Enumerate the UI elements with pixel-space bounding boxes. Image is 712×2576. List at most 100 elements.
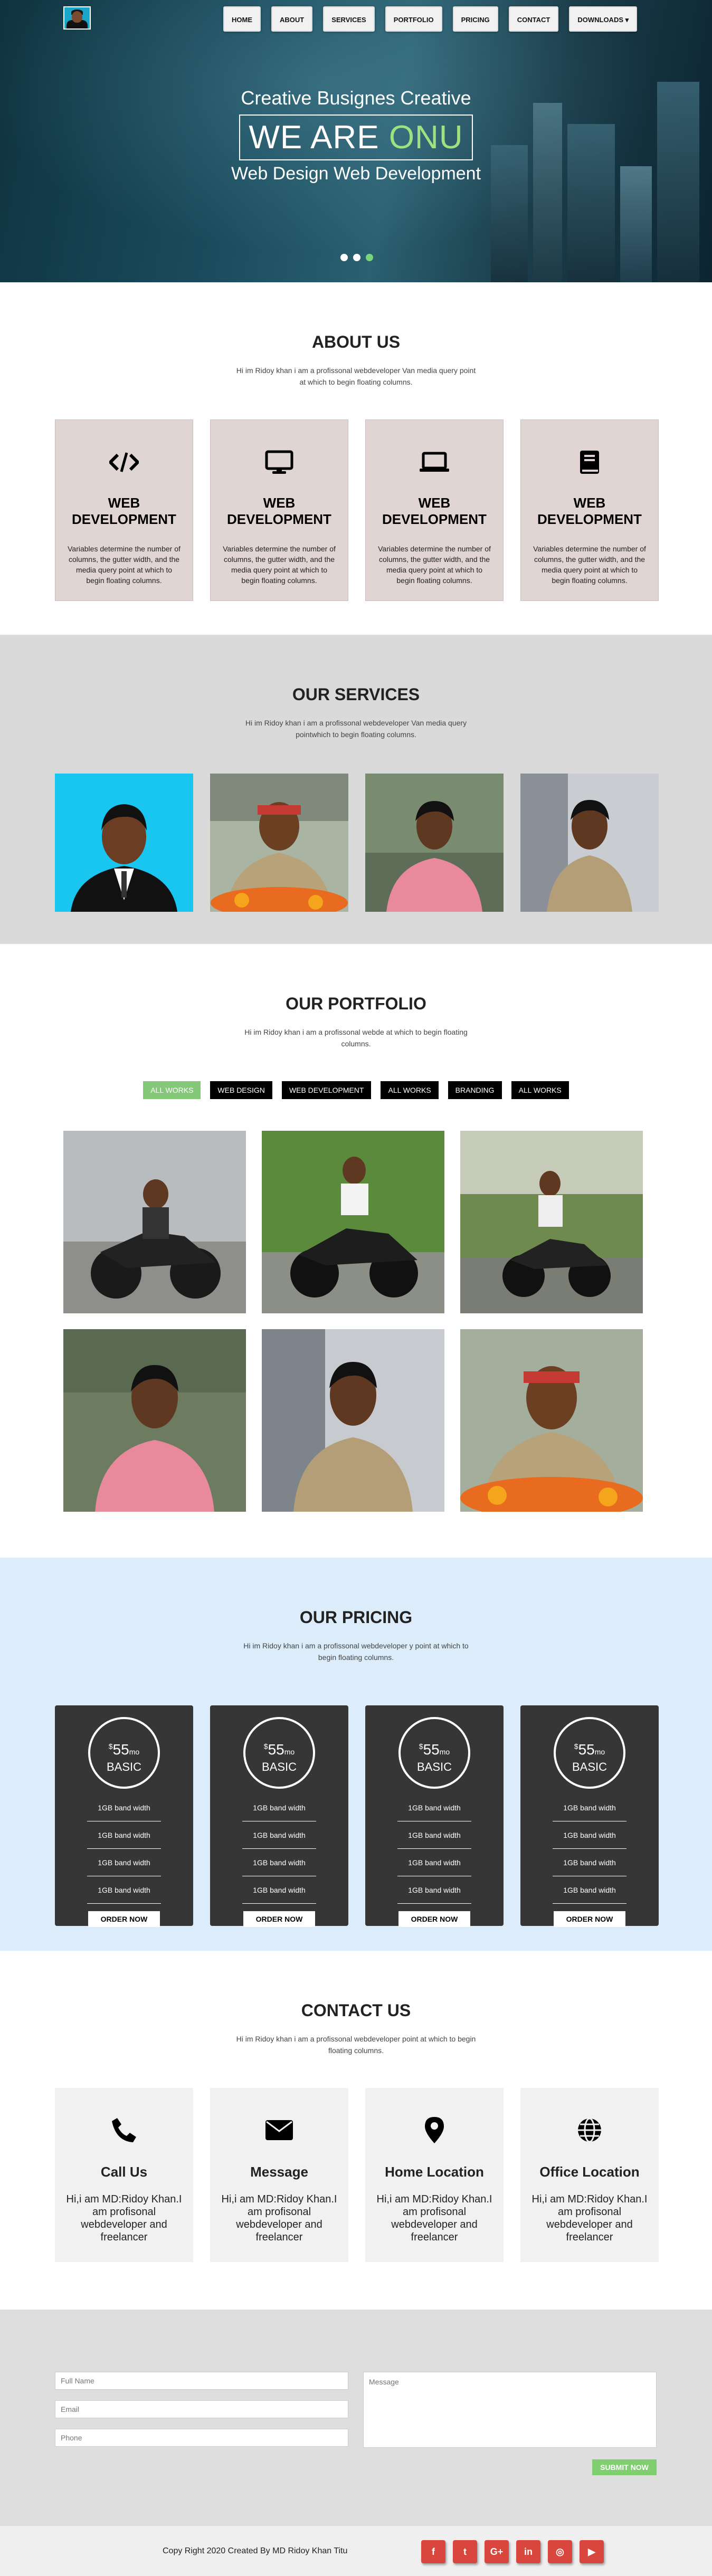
filter-web-development[interactable]: WEB DEVELOPMENT: [281, 1081, 372, 1099]
price-circle: $55mo BASIC: [398, 1717, 470, 1789]
services-title: OUR SERVICES: [292, 685, 420, 704]
portfolio-section: OUR PORTFOLIO Hi im Ridoy khan i am a pr…: [0, 944, 712, 1558]
price-currency: $: [108, 1742, 113, 1751]
slider-dot[interactable]: [340, 254, 348, 261]
site-logo[interactable]: [63, 6, 91, 30]
slider-dot[interactable]: [353, 254, 360, 261]
feature-item: 1GB band width: [87, 1821, 161, 1849]
linkedin-icon[interactable]: in: [516, 2540, 540, 2563]
filter-all-works[interactable]: ALL WORKS: [381, 1081, 439, 1099]
feature-item: 1GB band width: [553, 1794, 626, 1821]
phone-input[interactable]: [55, 2429, 348, 2447]
slider-dots: [340, 254, 373, 261]
about-card-text: Variables determine the number of column…: [533, 545, 646, 585]
submit-button[interactable]: SUBMIT NOW: [592, 2459, 657, 2475]
contact-description: Hi im Ridoy khan i am a profissonal webd…: [236, 2035, 476, 2055]
copyright-text: Copy Right 2020 Created By MD Ridoy Khan…: [163, 2546, 348, 2555]
filter-all-works[interactable]: ALL WORKS: [511, 1081, 569, 1099]
about-card-text: Variables determine the number of column…: [223, 545, 336, 585]
services-section: OUR SERVICES Hi im Ridoy khan i am a pro…: [0, 635, 712, 944]
hero-text: Creative Busignes Creative WE ARE ONU We…: [0, 87, 712, 184]
contact-cards: Call Us Hi,i am MD:Ridoy Khan.I am profi…: [55, 2088, 712, 2262]
contact-card-text: Hi,i am MD:Ridoy Khan.I am profisonal we…: [221, 2193, 337, 2243]
about-card-title: WEB DEVELOPMENT: [72, 495, 176, 527]
feature-list: 1GB band width 1GB band width 1GB band w…: [242, 1794, 316, 1904]
hero-headline-highlight: ONU: [388, 119, 463, 156]
contact-card-title: Home Location: [385, 2164, 484, 2180]
phone-icon: [55, 2114, 193, 2146]
portfolio-image[interactable]: [63, 1329, 246, 1512]
slider-dot-active[interactable]: [366, 254, 373, 261]
order-now-button[interactable]: ORDER NOW: [553, 1911, 626, 1927]
nav-pricing[interactable]: PRICING: [452, 6, 498, 32]
pricing-card: $55mo BASIC 1GB band width 1GB band widt…: [365, 1705, 504, 1927]
nav-portfolio[interactable]: PORTFOLIO: [385, 6, 442, 32]
desktop-icon: [211, 441, 348, 483]
service-photo: [365, 774, 504, 912]
code-icon: [55, 441, 193, 483]
feature-item: 1GB band width: [397, 1849, 471, 1876]
google-plus-icon[interactable]: G+: [485, 2540, 509, 2563]
price-currency: $: [263, 1742, 268, 1751]
plan-name: BASIC: [572, 1760, 607, 1773]
contact-card: Home Location Hi,i am MD:Ridoy Khan.I am…: [365, 2088, 504, 2262]
about-card: WEB DEVELOPMENT Variables determine the …: [210, 419, 348, 601]
contact-card-title: Message: [250, 2164, 308, 2180]
feature-item: 1GB band width: [242, 1849, 316, 1876]
portfolio-description: Hi im Ridoy khan i am a profissonal webd…: [244, 1028, 468, 1048]
facebook-icon[interactable]: f: [421, 2540, 445, 2563]
price-period: mo: [594, 1748, 605, 1756]
portfolio-image[interactable]: [63, 1131, 246, 1313]
portfolio-image[interactable]: [262, 1131, 444, 1313]
contact-title: CONTACT US: [301, 2001, 411, 2020]
order-now-button[interactable]: ORDER NOW: [88, 1911, 160, 1927]
service-photo: [210, 774, 348, 912]
contact-card: Office Location Hi,i am MD:Ridoy Khan.I …: [520, 2088, 659, 2262]
about-card-title: WEB DEVELOPMENT: [227, 495, 331, 527]
portfolio-image[interactable]: [460, 1329, 643, 1512]
nav-about[interactable]: ABOUT: [271, 6, 313, 32]
price-circle: $55mo BASIC: [243, 1717, 315, 1789]
twitter-icon[interactable]: t: [453, 2540, 477, 2563]
price-currency: $: [574, 1742, 578, 1751]
youtube-icon[interactable]: ▶: [580, 2540, 604, 2563]
service-photo: [55, 774, 193, 912]
filter-branding[interactable]: BRANDING: [448, 1081, 502, 1099]
about-card-text: Variables determine the number of column…: [378, 545, 491, 585]
hero-headline: WE ARE ONU: [239, 115, 473, 160]
feature-item: 1GB band width: [553, 1876, 626, 1904]
nav-home[interactable]: HOME: [223, 6, 261, 32]
feature-item: 1GB band width: [553, 1821, 626, 1849]
order-now-button[interactable]: ORDER NOW: [243, 1911, 316, 1927]
portfolio-image[interactable]: [460, 1131, 643, 1313]
portfolio-title: OUR PORTFOLIO: [286, 994, 426, 1013]
filter-web-design[interactable]: WEB DESIGN: [210, 1081, 272, 1099]
message-textarea[interactable]: [363, 2372, 657, 2448]
instagram-icon[interactable]: ◎: [548, 2540, 572, 2563]
nav-services[interactable]: SERVICES: [323, 6, 375, 32]
order-now-button[interactable]: ORDER NOW: [398, 1911, 471, 1927]
nav-downloads-dropdown[interactable]: DOWNLOADS ▾: [569, 6, 638, 32]
price-period: mo: [129, 1748, 140, 1756]
email-input[interactable]: [55, 2400, 348, 2418]
portfolio-filters: ALL WORKS WEB DESIGN WEB DEVELOPMENT ALL…: [0, 1081, 712, 1099]
contact-card-title: Call Us: [100, 2164, 148, 2180]
about-description: Hi im Ridoy khan i am a profissonal webd…: [236, 366, 476, 386]
about-card: WEB DEVELOPMENT Variables determine the …: [55, 419, 193, 601]
feature-item: 1GB band width: [87, 1876, 161, 1904]
feature-item: 1GB band width: [242, 1794, 316, 1821]
about-card-title: WEB DEVELOPMENT: [382, 495, 487, 527]
full-name-input[interactable]: [55, 2372, 348, 2390]
price-circle: $55mo BASIC: [554, 1717, 625, 1789]
service-photo: [520, 774, 659, 912]
price-currency: $: [419, 1742, 423, 1751]
filter-all-works[interactable]: ALL WORKS: [143, 1081, 201, 1099]
about-cards: WEB DEVELOPMENT Variables determine the …: [55, 419, 712, 601]
hero-banner: HOME ABOUT SERVICES PORTFOLIO PRICING CO…: [0, 0, 712, 282]
portfolio-image[interactable]: [262, 1329, 444, 1512]
nav-contact[interactable]: CONTACT: [508, 6, 559, 32]
pricing-card: $55mo BASIC 1GB band width 1GB band widt…: [210, 1705, 348, 1927]
hero-headline-prefix: WE ARE: [249, 119, 379, 156]
envelope-icon: [210, 2114, 348, 2146]
about-card: WEB DEVELOPMENT Variables determine the …: [520, 419, 659, 601]
